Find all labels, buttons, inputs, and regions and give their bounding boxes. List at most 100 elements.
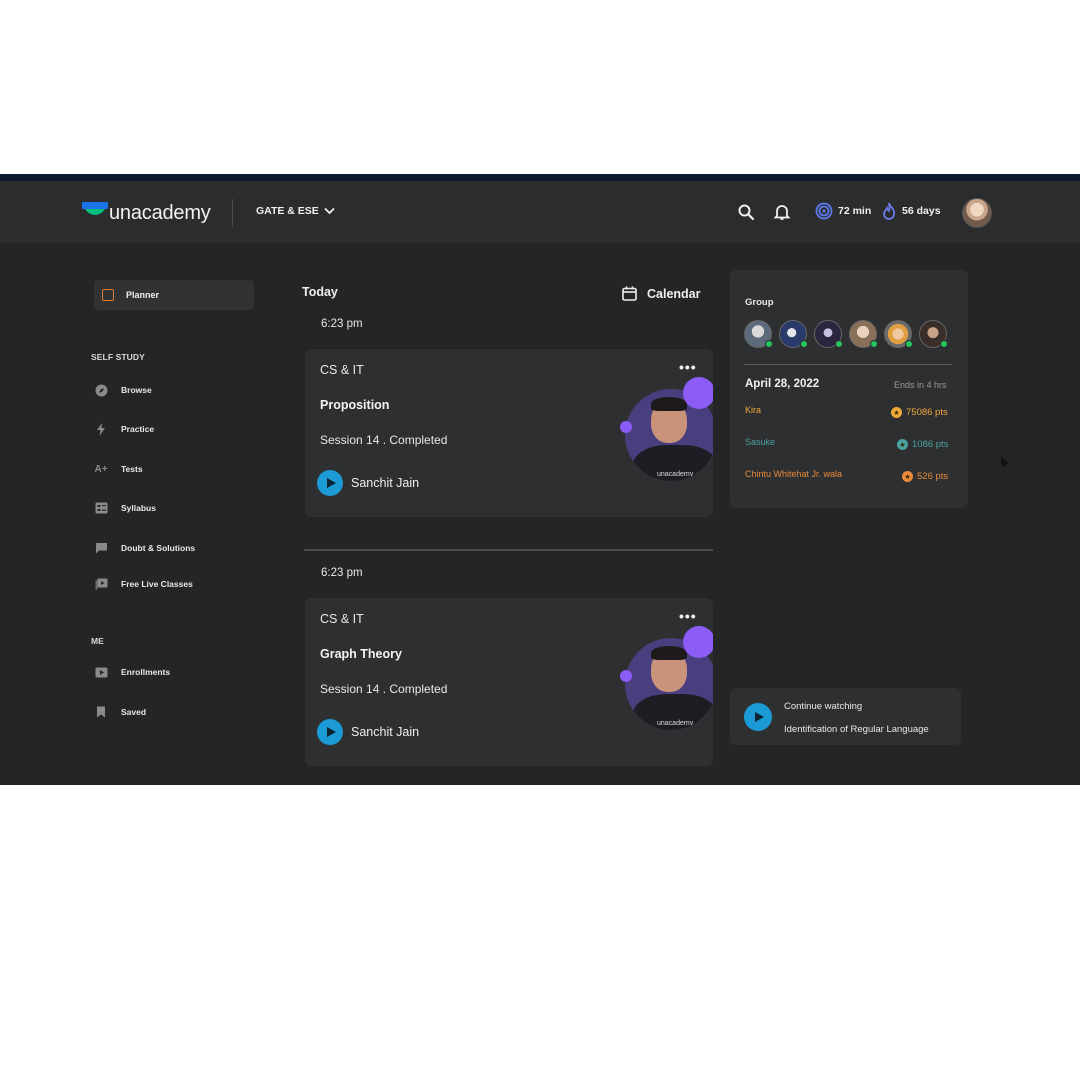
session-status: Session 14 . Completed (320, 433, 448, 447)
points-value: 75086 pts (906, 407, 948, 418)
member-avatar[interactable] (779, 320, 808, 348)
member-avatar[interactable] (744, 320, 773, 348)
continue-watching-card[interactable]: Continue watching Identification of Regu… (730, 688, 961, 745)
decorative-dot (620, 670, 632, 682)
group-divider (744, 364, 952, 365)
star-coin-icon: ★ (902, 471, 913, 482)
streak-stat[interactable]: 56 days (881, 202, 941, 220)
tests-icon: A+ (94, 463, 108, 475)
group-title: Group (745, 297, 774, 308)
more-options-icon[interactable]: ••• (679, 359, 697, 375)
planner-calendar-icon (102, 289, 114, 301)
online-indicator (800, 340, 808, 348)
sidebar-item-tests[interactable]: A+ Tests (94, 461, 143, 477)
sidebar-item-label: Planner (126, 290, 160, 300)
more-options-icon[interactable]: ••• (679, 608, 697, 624)
member-avatar[interactable] (884, 320, 913, 348)
member-avatar[interactable] (814, 320, 843, 348)
sidebar-item-practice[interactable]: Practice (94, 421, 154, 437)
calendar-label: Calendar (647, 286, 701, 301)
decorative-circle (683, 377, 713, 409)
compass-icon (94, 383, 108, 397)
calendar-button[interactable]: Calendar (622, 286, 701, 301)
group-avatars (744, 320, 948, 348)
watch-time-stat[interactable]: 72 min (815, 202, 871, 220)
play-button[interactable] (317, 470, 343, 496)
session-card[interactable]: CS & IT ••• Proposition Session 14 . Com… (305, 349, 713, 517)
leaderboard-points: ★ 526 pts (902, 471, 948, 482)
member-avatar[interactable] (919, 320, 948, 348)
session-time: 6:23 pm (321, 567, 363, 579)
decorative-circle (683, 626, 713, 658)
live-classes-icon (94, 577, 108, 591)
profile-avatar[interactable] (962, 198, 992, 228)
me-heading: ME (91, 636, 104, 646)
play-button[interactable] (744, 703, 772, 731)
leaderboard-ends: Ends in 4 hrs (894, 380, 947, 390)
chat-icon (94, 541, 108, 555)
teacher-name: Sanchit Jain (351, 725, 420, 739)
sidebar-item-enrollments[interactable]: Enrollments (94, 664, 170, 680)
goal-selector[interactable]: GATE & ESE (256, 205, 335, 217)
unacademy-logo-icon (82, 202, 108, 224)
logo-text: unacademy (109, 201, 211, 224)
star-coin-icon: ★ (897, 439, 908, 450)
star-coin-icon: ★ (891, 407, 902, 418)
online-indicator (835, 340, 843, 348)
sidebar-item-browse[interactable]: Browse (94, 382, 152, 398)
unacademy-logo[interactable]: unacademy (82, 200, 211, 226)
watch-time-icon (815, 202, 833, 220)
top-border (0, 174, 1080, 181)
online-indicator (870, 340, 878, 348)
online-indicator (905, 340, 913, 348)
decorative-dot (620, 421, 632, 433)
continue-watching-title: Identification of Regular Language (784, 724, 929, 735)
sidebar-item-label: Enrollments (121, 667, 171, 677)
bolt-icon (94, 422, 108, 436)
play-box-icon (94, 665, 108, 679)
streak-value: 56 days (902, 205, 941, 217)
teacher-name: Sanchit Jain (351, 476, 420, 490)
group-panel[interactable]: Group April 28, 2022 Ends in 4 hrs Kira … (730, 270, 968, 508)
sidebar-item-label: Free Live Classes (121, 579, 193, 589)
leaderboard-points: ★ 75086 pts (891, 407, 948, 418)
session-card[interactable]: CS & IT ••• Graph Theory Session 14 . Co… (305, 598, 713, 766)
leaderboard-name[interactable]: Kira (745, 405, 761, 415)
chevron-down-icon (324, 207, 335, 215)
leaderboard-date: April 28, 2022 (745, 378, 820, 390)
app-window: unacademy GATE & ESE 72 min 56 days Plan… (0, 174, 1080, 785)
online-indicator (765, 340, 773, 348)
sidebar-item-label: Doubt & Solutions (121, 543, 196, 553)
shirt-logo-text: unacademy (657, 720, 694, 727)
section-divider (304, 549, 713, 551)
play-button[interactable] (317, 719, 343, 745)
sidebar-item-planner[interactable]: Planner (94, 280, 254, 310)
sidebar-item-label: Browse (121, 385, 152, 395)
search-icon[interactable] (737, 203, 755, 221)
header-divider (232, 199, 233, 227)
sidebar-item-free-live-classes[interactable]: Free Live Classes (94, 576, 193, 592)
sidebar-item-doubts[interactable]: Doubt & Solutions (94, 540, 195, 556)
session-subject: CS & IT (320, 363, 364, 377)
member-avatar[interactable] (849, 320, 878, 348)
calendar-icon (622, 286, 637, 301)
syllabus-icon (94, 501, 108, 515)
top-header: unacademy GATE & ESE 72 min 56 days (0, 181, 1080, 243)
watch-time-value: 72 min (838, 205, 872, 217)
session-status: Session 14 . Completed (320, 682, 448, 696)
sidebar-item-syllabus[interactable]: Syllabus (94, 500, 156, 516)
session-title: Graph Theory (320, 647, 402, 661)
session-title: Proposition (320, 398, 390, 412)
today-heading: Today (302, 285, 338, 299)
sidebar-item-label: Syllabus (121, 503, 156, 513)
bell-icon[interactable] (773, 203, 791, 221)
flame-icon (883, 202, 895, 220)
sidebar-item-label: Tests (121, 464, 143, 474)
leaderboard-points: ★ 1086 pts (897, 439, 948, 450)
leaderboard-name[interactable]: Sasuke (745, 437, 775, 447)
sidebar-item-saved[interactable]: Saved (94, 704, 146, 720)
shirt-logo-text: unacademy (657, 471, 694, 478)
leaderboard-name[interactable]: Chintu Whitehat Jr. wala (745, 469, 842, 479)
online-indicator (940, 340, 948, 348)
bookmark-icon (94, 705, 108, 719)
